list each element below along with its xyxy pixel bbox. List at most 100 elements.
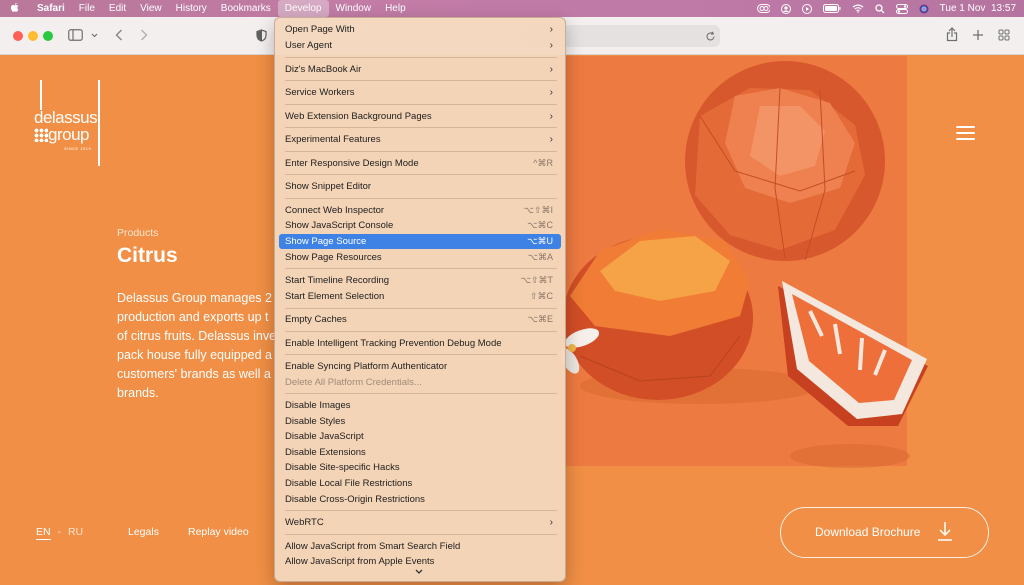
menu-separator — [285, 393, 557, 394]
minimize-window-button[interactable] — [28, 31, 38, 41]
menu-separator — [285, 308, 557, 309]
record-icon[interactable] — [801, 3, 812, 14]
tab-overview-icon[interactable] — [998, 29, 1010, 41]
menu-item-web-extension-pages[interactable]: Web Extension Background Pages › — [279, 109, 561, 124]
menu-item-disable-styles[interactable]: Disable Styles — [279, 414, 561, 429]
page-description: Delassus Group manages 2 production and … — [117, 291, 277, 400]
menu-item-empty-caches[interactable]: Empty Caches ⌥⌘E — [279, 312, 561, 327]
new-tab-icon[interactable] — [972, 29, 984, 41]
menu-item-user-agent[interactable]: User Agent › — [279, 38, 561, 53]
menu-item-page-resources[interactable]: Show Page Resources ⌥⌘A — [279, 250, 561, 265]
menu-item-itp-debug-mode[interactable]: Enable Intelligent Tracking Prevention D… — [279, 336, 561, 351]
menu-develop[interactable]: Develop — [277, 0, 329, 17]
menu-bar: Safari File Edit View History Bookmarks … — [0, 0, 1024, 17]
menu-item-disable-site-hacks[interactable]: Disable Site-specific Hacks — [279, 460, 561, 475]
cc-icon[interactable] — [756, 4, 770, 13]
menu-item-label: Disable Site-specific Hacks — [285, 462, 400, 473]
menu-item-label: Allow JavaScript from Smart Search Field — [285, 541, 461, 552]
menu-item-disable-cross-origin[interactable]: Disable Cross-Origin Restrictions — [279, 492, 561, 507]
logo-dots-icon — [34, 128, 48, 142]
menu-item-disable-images[interactable]: Disable Images — [279, 398, 561, 413]
chevron-right-icon: › — [549, 40, 553, 51]
reload-icon[interactable] — [705, 31, 716, 42]
chevron-down-icon[interactable] — [91, 33, 98, 38]
menu-item-macbook-air[interactable]: Diz's MacBook Air › — [279, 62, 561, 77]
menu-item-shortcut: ^⌘R — [533, 158, 553, 168]
menu-item-javascript-console[interactable]: Show JavaScript Console ⌥⌘C — [279, 218, 561, 233]
orange-slice-shape — [778, 281, 928, 426]
hamburger-menu-icon[interactable] — [956, 126, 975, 140]
menu-item-show-page-source[interactable]: Show Page Source ⌥⌘U — [279, 234, 561, 249]
menu-item-snippet-editor[interactable]: Show Snippet Editor — [279, 179, 561, 194]
menu-item-shortcut: ⌥⌘C — [527, 220, 553, 230]
shield-icon[interactable] — [256, 29, 267, 42]
menu-window[interactable]: Window — [329, 0, 379, 17]
menu-item-label: User Agent — [285, 40, 332, 51]
menu-item-syncing-authenticator[interactable]: Enable Syncing Platform Authenticator — [279, 359, 561, 374]
wifi-icon[interactable] — [852, 4, 864, 13]
menu-item-disable-javascript[interactable]: Disable JavaScript — [279, 429, 561, 444]
replay-video-link[interactable]: Replay video — [188, 526, 249, 538]
orange-medium-shape — [563, 229, 753, 400]
menu-help[interactable]: Help — [378, 0, 413, 17]
menu-app-name[interactable]: Safari — [30, 0, 72, 17]
menu-item-responsive-design-mode[interactable]: Enter Responsive Design Mode ^⌘R — [279, 156, 561, 171]
menu-item-experimental-features[interactable]: Experimental Features › — [279, 132, 561, 147]
menu-separator — [285, 268, 557, 269]
zoom-window-button[interactable] — [43, 31, 53, 41]
lang-ru[interactable]: RU — [68, 526, 83, 538]
menu-separator — [285, 151, 557, 152]
menu-item-label: Service Workers — [285, 87, 355, 98]
logo-since: SINCE 1919 — [64, 146, 92, 151]
lang-en[interactable]: EN — [36, 526, 51, 540]
menu-separator — [285, 331, 557, 332]
apple-icon[interactable] — [0, 2, 30, 16]
menu-item-delete-credentials: Delete All Platform Credentials... — [279, 375, 561, 390]
logo-bar-left — [40, 80, 42, 110]
close-window-button[interactable] — [13, 31, 23, 41]
menu-item-label: Disable Cross-Origin Restrictions — [285, 494, 425, 505]
chevron-right-icon: › — [549, 87, 553, 98]
menu-item-shortcut: ⇧⌘C — [529, 291, 553, 301]
menu-item-label: Delete All Platform Credentials... — [285, 377, 422, 388]
menu-item-connect-web-inspector[interactable]: Connect Web Inspector ⌥⇧⌘I — [279, 203, 561, 218]
download-brochure-label: Download Brochure — [815, 525, 921, 539]
menu-item-label: Experimental Features — [285, 134, 381, 145]
menu-separator — [285, 198, 557, 199]
menu-file[interactable]: File — [72, 0, 102, 17]
chevron-right-icon: › — [549, 111, 553, 122]
legals-link[interactable]: Legals — [128, 526, 159, 538]
breadcrumb-products[interactable]: Products — [117, 227, 158, 239]
search-icon[interactable] — [875, 3, 885, 14]
menu-item-disable-extensions[interactable]: Disable Extensions — [279, 445, 561, 460]
menu-view[interactable]: View — [133, 0, 169, 17]
menu-item-js-smart-search[interactable]: Allow JavaScript from Smart Search Field — [279, 539, 561, 554]
back-icon[interactable] — [115, 29, 123, 41]
forward-icon[interactable] — [140, 29, 148, 41]
menu-item-timeline-recording[interactable]: Start Timeline Recording ⌥⇧⌘T — [279, 273, 561, 288]
control-center-icon[interactable] — [895, 3, 908, 14]
menubar-clock[interactable]: Tue 1 Nov 13:57 — [940, 3, 1016, 14]
menu-item-open-page-with[interactable]: Open Page With › — [279, 22, 561, 37]
chevron-down-icon[interactable] — [415, 569, 423, 575]
menu-item-webrtc[interactable]: WebRTC › — [279, 515, 561, 530]
share-icon[interactable] — [946, 27, 958, 42]
battery-icon[interactable] — [822, 4, 841, 13]
menu-item-service-workers[interactable]: Service Workers › — [279, 85, 561, 100]
menu-item-element-selection[interactable]: Start Element Selection ⇧⌘C — [279, 289, 561, 304]
delassus-logo[interactable]: delassus group SINCE 1919 — [34, 80, 114, 170]
menu-item-label: Disable Local File Restrictions — [285, 478, 413, 489]
download-icon — [938, 522, 952, 541]
menu-item-disable-local-file-restrictions[interactable]: Disable Local File Restrictions — [279, 476, 561, 491]
menu-item-js-apple-events[interactable]: Allow JavaScript from Apple Events — [279, 554, 561, 569]
menu-bookmarks[interactable]: Bookmarks — [214, 0, 278, 17]
sidebar-icon[interactable] — [68, 29, 83, 41]
menu-history[interactable]: History — [169, 0, 214, 17]
menu-item-label: Start Element Selection — [285, 291, 385, 302]
menu-edit[interactable]: Edit — [102, 0, 133, 17]
siri-icon[interactable] — [919, 4, 929, 14]
user-icon[interactable] — [780, 3, 791, 14]
menu-item-shortcut: ⌥⇧⌘I — [523, 205, 553, 215]
chevron-right-icon: › — [549, 134, 553, 145]
download-brochure-button[interactable]: Download Brochure — [780, 507, 989, 558]
